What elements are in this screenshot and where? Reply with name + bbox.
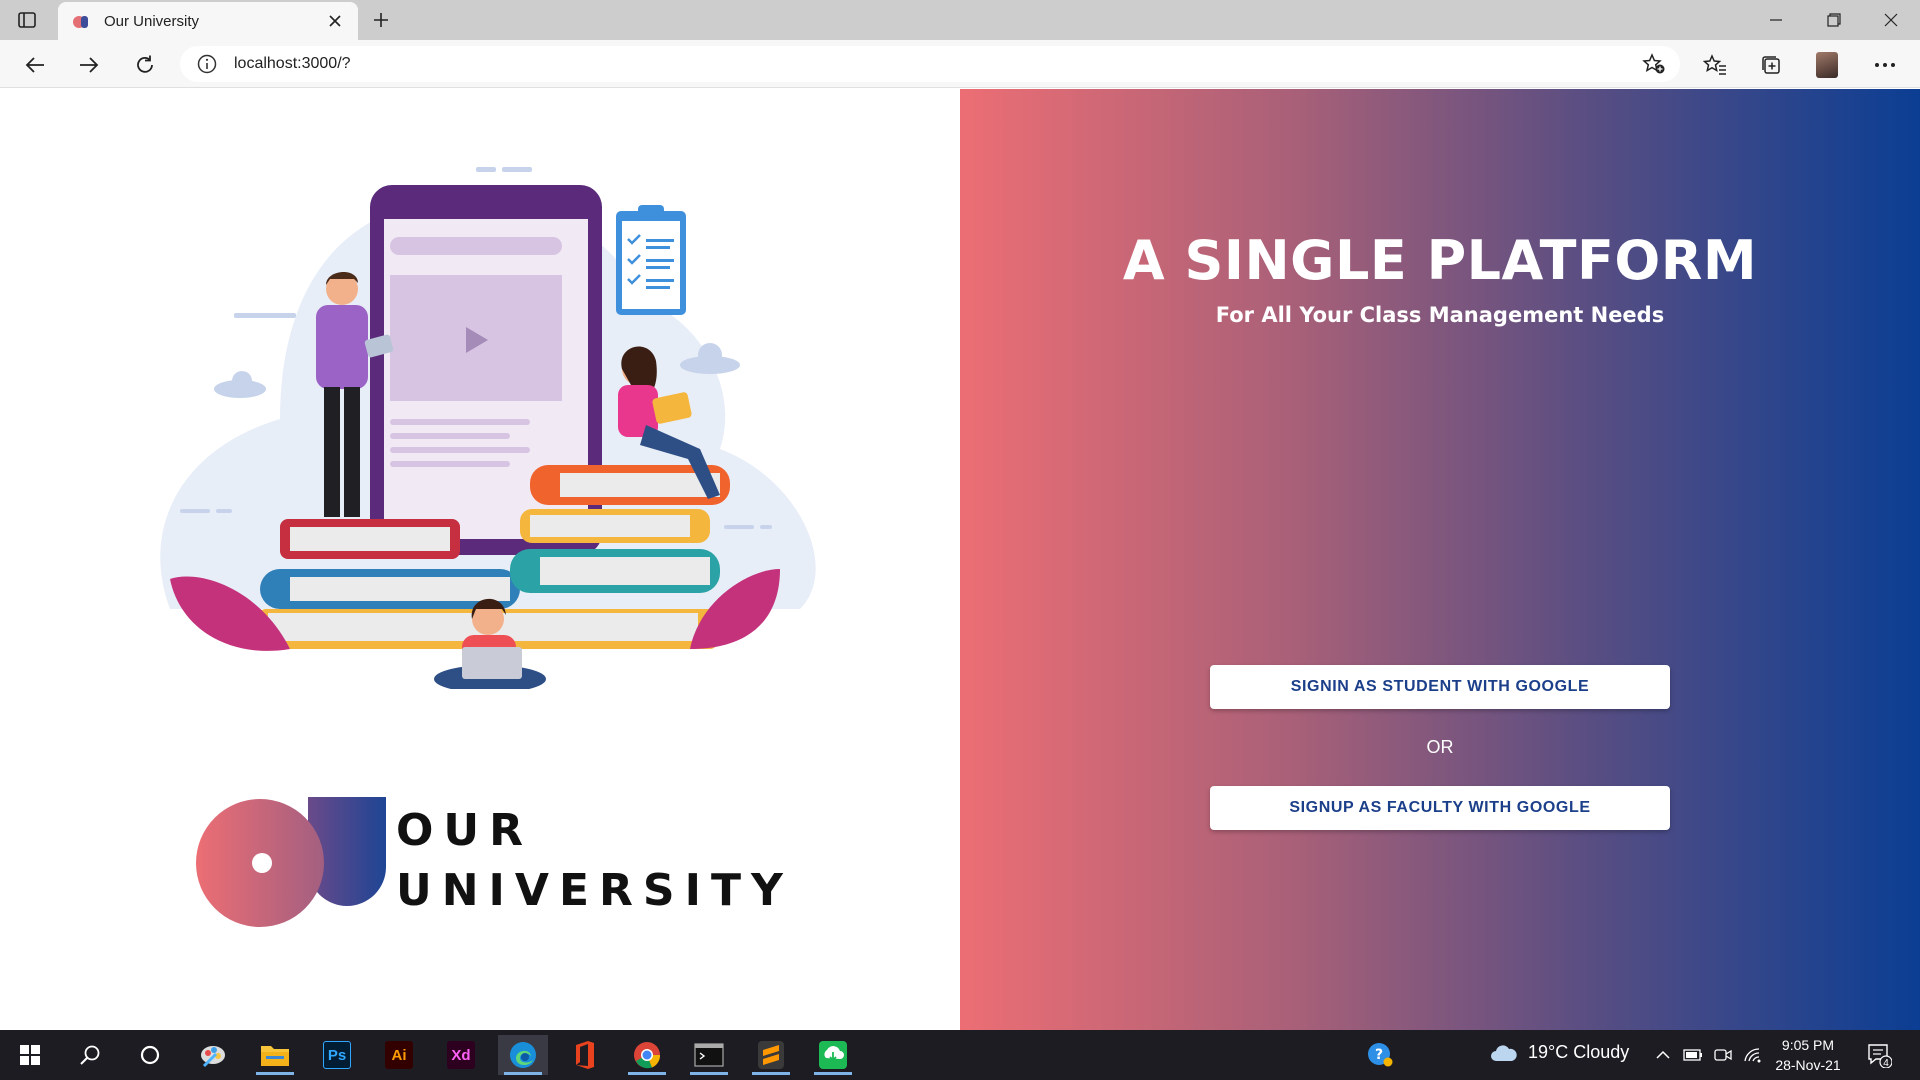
tab-title: Our University — [104, 12, 200, 30]
chevron-up-icon[interactable] — [1652, 1044, 1674, 1066]
weather-text: 19°C Cloudy — [1528, 1042, 1630, 1062]
back-arrow-icon[interactable] — [20, 50, 50, 80]
search-icon[interactable] — [65, 1035, 115, 1075]
cloud-icon — [1491, 1044, 1517, 1061]
meet-now-icon[interactable] — [1712, 1044, 1734, 1066]
plus-icon[interactable] — [369, 8, 393, 32]
url-text[interactable]: localhost:3000/? — [234, 55, 351, 73]
terminal-icon[interactable] — [684, 1035, 734, 1075]
running-indicator — [814, 1072, 852, 1075]
windows-taskbar: Ps Ai Xd ? 19°C Cloudy 9:05 PM 28-Nov-21… — [0, 1030, 1920, 1080]
collections-icon[interactable] — [1756, 50, 1786, 80]
hero-title: A SINGLE PLATFORM — [1122, 229, 1758, 292]
right-panel: A SINGLE PLATFORM For All Your Class Man… — [960, 89, 1920, 1030]
notification-center-icon[interactable]: 4 — [1866, 1042, 1893, 1069]
paint-app-icon[interactable] — [188, 1035, 238, 1075]
address-bar[interactable]: localhost:3000/? — [180, 46, 1680, 82]
minimize-icon[interactable] — [1756, 6, 1796, 34]
sublime-text-icon[interactable] — [746, 1035, 796, 1075]
windows-start-icon[interactable] — [5, 1035, 55, 1075]
adobe-xd-icon[interactable]: Xd — [436, 1035, 486, 1075]
our-university-logo: OUR UNIVERSITY — [196, 795, 796, 935]
running-indicator — [504, 1072, 542, 1075]
close-icon[interactable] — [326, 12, 344, 30]
photoshop-icon[interactable]: Ps — [312, 1035, 362, 1075]
running-indicator — [690, 1072, 728, 1075]
browser-tab-strip: Our University — [0, 0, 1920, 40]
favorites-icon[interactable] — [1700, 50, 1730, 80]
help-icon[interactable]: ? — [1367, 1042, 1393, 1068]
restore-icon[interactable] — [1814, 6, 1854, 34]
edge-icon[interactable] — [498, 1035, 548, 1075]
site-favicon-icon — [72, 12, 90, 30]
left-panel: OUR UNIVERSITY — [0, 89, 960, 1030]
signin-student-google-button[interactable]: SIGNIN AS STUDENT WITH GOOGLE — [1210, 665, 1670, 709]
education-illustration — [160, 167, 816, 689]
refresh-icon[interactable] — [130, 50, 160, 80]
chrome-icon[interactable] — [622, 1035, 672, 1075]
running-indicator — [628, 1072, 666, 1075]
browser-toolbar: localhost:3000/? — [0, 40, 1920, 88]
page-content: OUR UNIVERSITY A SINGLE PLATFORM For All… — [0, 89, 1920, 1030]
clock-time: 9:05 PM — [1781, 1037, 1835, 1053]
svg-text:4: 4 — [1883, 1058, 1889, 1068]
battery-icon[interactable] — [1682, 1044, 1704, 1066]
file-explorer-icon[interactable] — [250, 1035, 300, 1075]
window-close-icon[interactable] — [1871, 6, 1911, 34]
cortana-icon[interactable] — [125, 1035, 175, 1075]
illustrator-icon[interactable]: Ai — [374, 1035, 424, 1075]
profile-avatar[interactable] — [1812, 50, 1842, 80]
forward-arrow-icon[interactable] — [74, 50, 104, 80]
signup-faculty-google-button[interactable]: SIGNUP AS FACULTY WITH GOOGLE — [1210, 786, 1670, 830]
or-separator: OR — [1426, 737, 1454, 757]
clock-date: 28-Nov-21 — [1775, 1057, 1841, 1073]
logo-text-our: OUR — [396, 805, 534, 856]
weather-widget[interactable]: 19°C Cloudy — [1490, 1042, 1629, 1063]
logo-text-university: UNIVERSITY — [396, 865, 793, 916]
download-app-icon[interactable] — [808, 1035, 858, 1075]
star-add-icon[interactable] — [1642, 53, 1666, 75]
system-clock[interactable]: 9:05 PM 28-Nov-21 — [1768, 1035, 1848, 1075]
tab-actions-icon[interactable] — [16, 9, 38, 31]
wifi-icon[interactable] — [1742, 1044, 1764, 1066]
logo-mark — [196, 797, 386, 927]
browser-tab[interactable]: Our University — [58, 2, 358, 40]
info-icon[interactable] — [196, 53, 218, 75]
svg-text:?: ? — [1375, 1047, 1383, 1063]
office-icon[interactable] — [560, 1035, 610, 1075]
running-indicator — [256, 1072, 294, 1075]
running-indicator — [752, 1072, 790, 1075]
more-icon[interactable] — [1870, 50, 1900, 80]
hero-subtitle: For All Your Class Management Needs — [1215, 303, 1665, 327]
